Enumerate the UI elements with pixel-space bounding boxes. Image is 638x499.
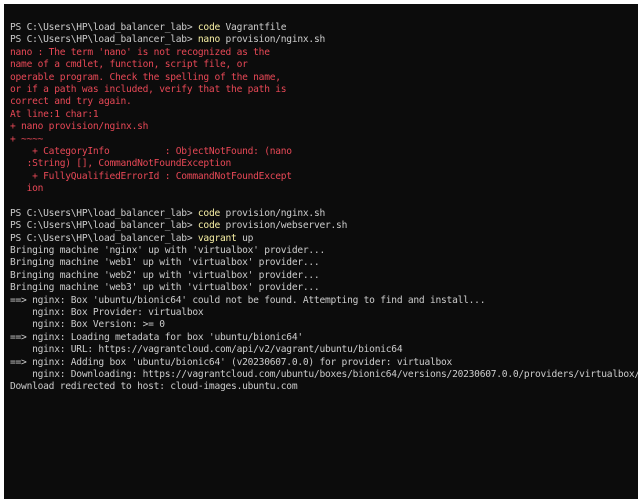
prompt-text: PS C:\Users\HP\load_balancer_lab> — [10, 232, 198, 244]
error-line: At line:1 char:1 — [10, 109, 638, 121]
error-text: + CategoryInfo : ObjectNotFound: (nano — [10, 145, 292, 157]
prompt-text: PS C:\Users\HP\load_balancer_lab> — [10, 220, 198, 232]
prompt-text: PS C:\Users\HP\load_balancer_lab> — [10, 207, 198, 219]
output-line: nginx: URL: https://vagrantcloud.com/api… — [10, 344, 638, 356]
output-line: Bringing machine 'web2' up with 'virtual… — [10, 270, 638, 282]
output-line: nginx: Box Version: >= 0 — [10, 319, 638, 331]
error-line: + nano provision/nginx.sh — [10, 121, 638, 133]
command-name: nano — [197, 34, 220, 46]
error-line: :String) [], CommandNotFoundException — [10, 158, 638, 170]
error-text: + ~~~~ — [10, 133, 44, 145]
output-text: Bringing machine 'web1' up with 'virtual… — [10, 257, 320, 269]
output-text: ==> nginx: Loading metadata for box 'ubu… — [10, 331, 303, 343]
output-text: nginx: URL: https://vagrantcloud.com/api… — [10, 344, 403, 356]
output-line: ==> nginx: Loading metadata for box 'ubu… — [10, 332, 638, 344]
error-text: :String) [], CommandNotFoundException — [10, 158, 232, 170]
output-text: ==> nginx: Adding box 'ubuntu/bionic64' … — [10, 356, 453, 368]
error-line: + CategoryInfo : ObjectNotFound: (nano — [10, 146, 638, 158]
prompt-line: PS C:\Users\HP\load_balancer_lab> nano p… — [10, 34, 638, 46]
prompt-text: PS C:\Users\HP\load_balancer_lab> — [10, 34, 198, 46]
prompt-line: PS C:\Users\HP\load_balancer_lab> vagran… — [10, 233, 638, 245]
error-text: operable program. Check the spelling of … — [10, 71, 281, 83]
error-line: correct and try again. — [10, 96, 638, 108]
error-line: name of a cmdlet, function, script file,… — [10, 59, 638, 71]
terminal-window[interactable]: PS C:\Users\HP\load_balancer_lab> code V… — [4, 4, 638, 499]
prompt-line: PS C:\Users\HP\load_balancer_lab> code V… — [10, 22, 638, 34]
error-text: At line:1 char:1 — [10, 108, 99, 120]
output-text: Bringing machine 'web2' up with 'virtual… — [10, 269, 320, 281]
output-text: ==> nginx: Box 'ubuntu/bionic64' could n… — [10, 294, 486, 306]
output-line: Bringing machine 'web1' up with 'virtual… — [10, 257, 638, 269]
output-line: nginx: Downloading: https://vagrantcloud… — [10, 369, 638, 381]
command-args: provision/webserver.sh — [220, 220, 348, 232]
command-args: provision/nginx.sh — [220, 34, 326, 46]
output-line: Bringing machine 'nginx' up with 'virtua… — [10, 245, 638, 257]
command-args: provision/nginx.sh — [220, 207, 326, 219]
command-name: code — [197, 207, 220, 219]
output-text: nginx: Box Version: >= 0 — [10, 319, 165, 331]
prompt-text: PS C:\Users\HP\load_balancer_lab> — [10, 22, 198, 33]
output-line: nginx: Box Provider: virtualbox — [10, 307, 638, 319]
command-name: vagrant — [197, 232, 237, 244]
error-text: ion — [10, 183, 44, 195]
prompt-line: PS C:\Users\HP\load_balancer_lab> code p… — [10, 208, 638, 220]
error-line: ion — [10, 183, 638, 195]
error-text: or if a path was included, verify that t… — [10, 83, 287, 95]
output-line: Bringing machine 'web3' up with 'virtual… — [10, 282, 638, 294]
output-text: Download redirected to host: cloud-image… — [10, 381, 298, 393]
command-args: up — [236, 232, 254, 244]
output-line: ==> nginx: Box 'ubuntu/bionic64' could n… — [10, 295, 638, 307]
error-text: name of a cmdlet, function, script file,… — [10, 59, 248, 71]
error-line: operable program. Check the spelling of … — [10, 72, 638, 84]
error-text: correct and try again. — [10, 96, 132, 108]
error-text: + FullyQualifiedErrorId : CommandNotFoun… — [10, 170, 292, 182]
error-line: + FullyQualifiedErrorId : CommandNotFoun… — [10, 171, 638, 183]
output-line: ==> nginx: Adding box 'ubuntu/bionic64' … — [10, 357, 638, 369]
error-text: nano : The term 'nano' is not recognized… — [10, 46, 270, 58]
command-args: Vagrantfile — [220, 22, 287, 33]
prompt-line: PS C:\Users\HP\load_balancer_lab> code p… — [10, 220, 638, 232]
error-line: or if a path was included, verify that t… — [10, 84, 638, 96]
output-text: Bringing machine 'nginx' up with 'virtua… — [10, 245, 325, 257]
output-text: nginx: Box Provider: virtualbox — [10, 306, 204, 318]
output-line: Download redirected to host: cloud-image… — [10, 381, 638, 393]
error-line: + ~~~~ — [10, 134, 638, 146]
error-text: + nano provision/nginx.sh — [10, 121, 149, 133]
command-name: code — [197, 220, 220, 232]
error-line: nano : The term 'nano' is not recognized… — [10, 47, 638, 59]
command-name: code — [197, 22, 220, 33]
output-text: Bringing machine 'web3' up with 'virtual… — [10, 282, 320, 294]
output-text: nginx: Downloading: https://vagrantcloud… — [10, 368, 638, 380]
